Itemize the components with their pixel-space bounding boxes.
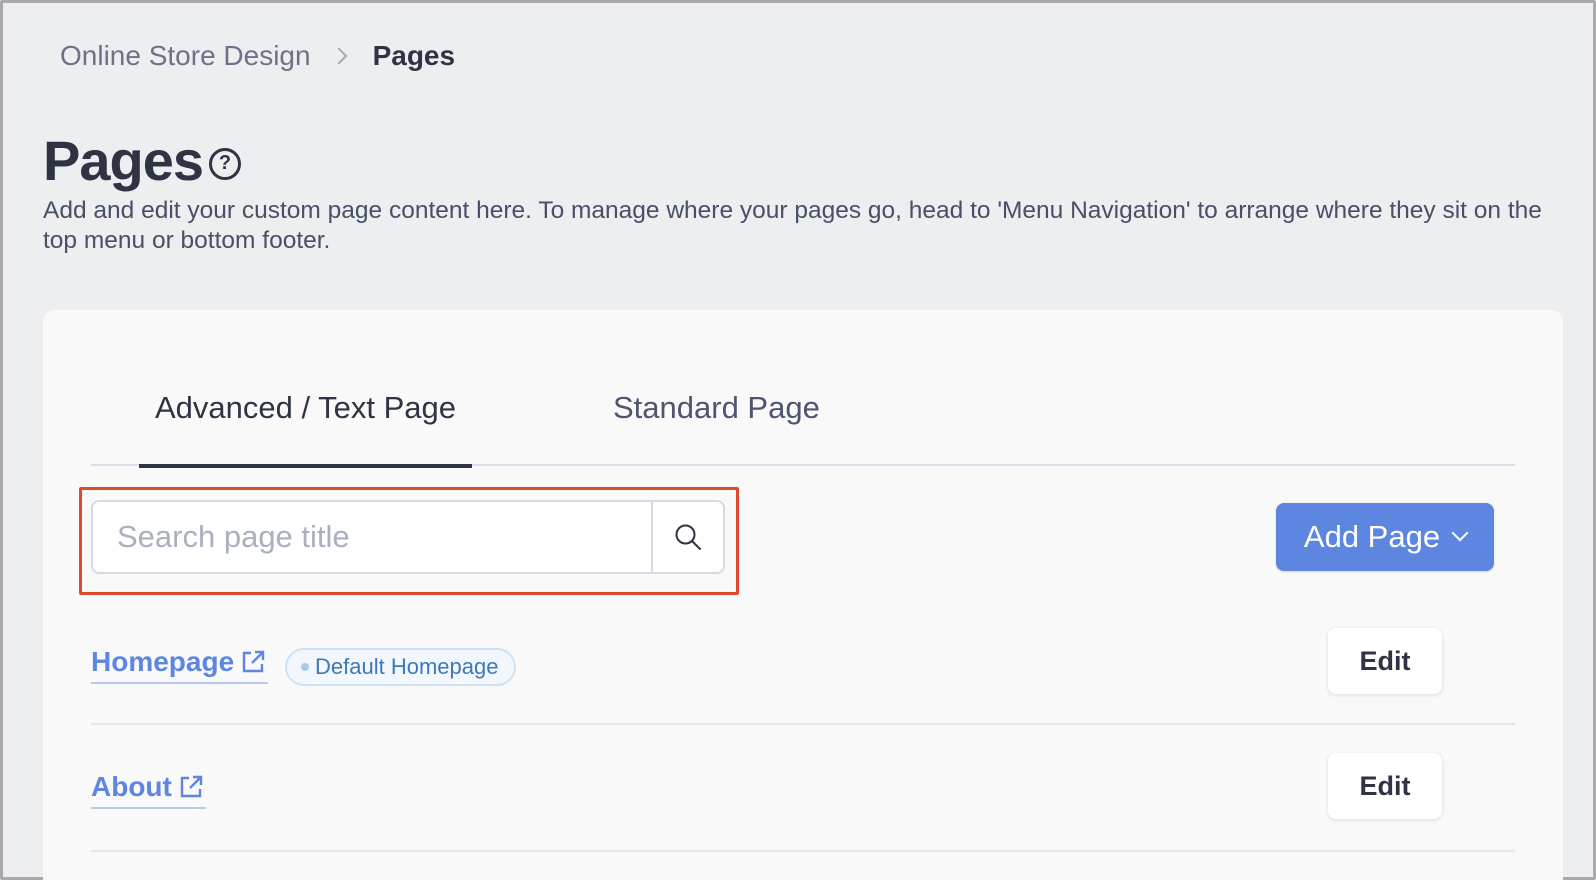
badge-label: Default Homepage — [315, 654, 499, 679]
default-homepage-badge: Default Homepage — [285, 648, 517, 686]
chevron-right-icon — [330, 47, 348, 65]
page-description: Add and edit your custom page content he… — [43, 197, 1542, 254]
external-link-icon — [238, 647, 268, 677]
page-link-about[interactable]: About — [91, 771, 206, 809]
page-row-about: About Edit — [91, 725, 1515, 852]
breadcrumb-parent-link[interactable]: Online Store Design — [60, 40, 311, 72]
question-circle-icon[interactable]: ? — [209, 147, 241, 180]
page-title-about: About — [91, 771, 172, 802]
badge-dot — [301, 663, 309, 671]
page-row-homepage: Homepage Default Homepage Edit — [91, 598, 1515, 725]
breadcrumb-current: Pages — [372, 40, 456, 71]
edit-button-homepage[interactable]: Edit — [1328, 628, 1442, 694]
search-box — [91, 500, 725, 574]
add-page-label: Add Page — [1303, 519, 1441, 554]
search-button[interactable] — [651, 502, 723, 572]
page-title: Pages — [43, 129, 204, 192]
external-link-icon — [176, 772, 206, 802]
page-header: Pages ? — [43, 128, 241, 193]
breadcrumb: Online Store Design Pages — [60, 40, 455, 72]
pages-card: Advanced / Text Page Standard Page Add P… — [43, 310, 1563, 880]
chevron-down-icon — [1451, 524, 1469, 542]
edit-button-about[interactable]: Edit — [1328, 753, 1442, 819]
tab-bar: Advanced / Text Page Standard Page — [91, 380, 1515, 468]
tab-standard-page[interactable]: Standard Page — [613, 390, 820, 456]
tab-advanced-text-page[interactable]: Advanced / Text Page — [139, 390, 473, 468]
add-page-button[interactable]: Add Page — [1276, 503, 1494, 571]
search-input[interactable] — [93, 502, 651, 572]
page-link-homepage[interactable]: Homepage — [91, 646, 269, 684]
search-icon — [675, 524, 701, 550]
page-title-homepage: Homepage — [91, 646, 235, 677]
